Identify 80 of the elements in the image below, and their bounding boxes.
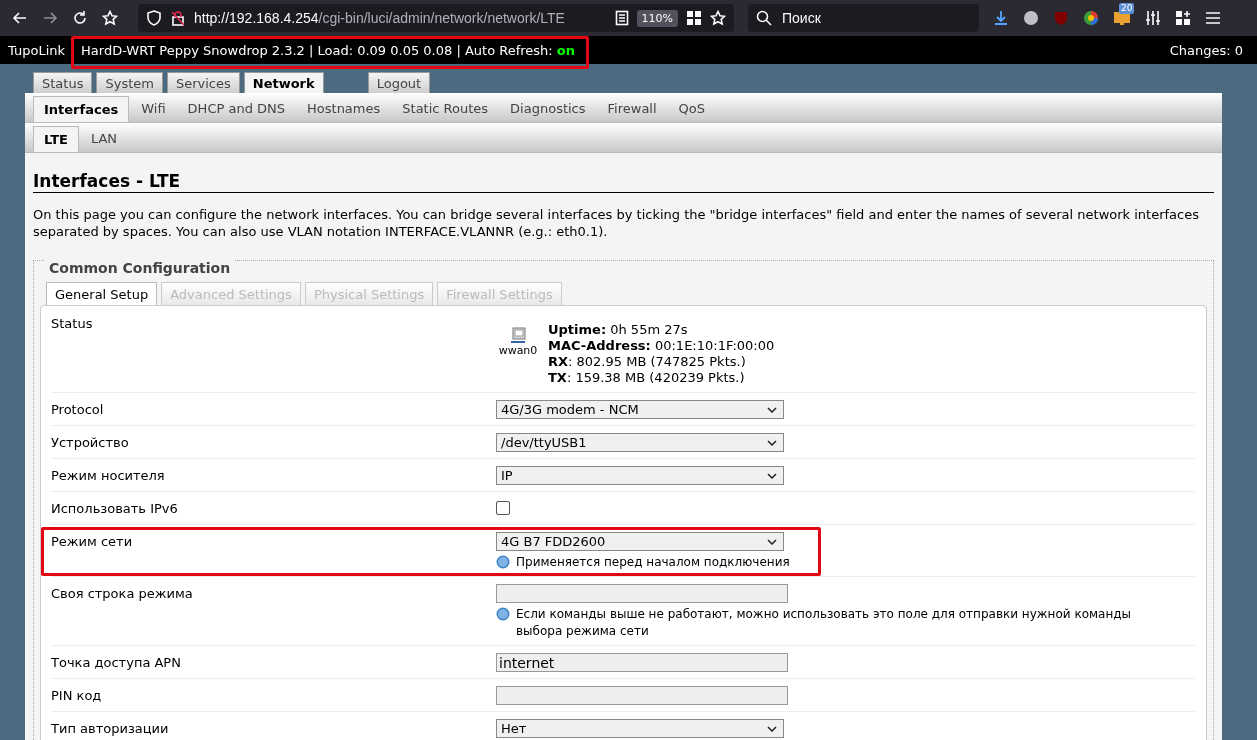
reload-icon[interactable]	[72, 10, 88, 26]
menu-tab[interactable]: System	[96, 72, 163, 93]
help-text: Применяется перед началом подключения	[516, 554, 790, 571]
dropdown[interactable]: 4G B7 FDD2600	[496, 532, 784, 551]
field-label: Точка доступа APN	[51, 654, 182, 672]
menu-tab[interactable]: Services	[166, 72, 240, 93]
grid-icon[interactable]	[686, 10, 702, 26]
refresh-state: on	[556, 42, 575, 58]
status-text: HardD-WRT Peppy Snowdrop 2.3.2 | Load: 0.09 0.05 0.08 | Auto Refresh:	[81, 42, 553, 58]
brand-name: TupoLink	[8, 42, 66, 58]
section-tab[interactable]: General Setup	[46, 282, 158, 305]
dropdown[interactable]: Нет	[496, 719, 784, 738]
shield-icon	[146, 10, 162, 26]
chevron-down-icon	[767, 472, 777, 479]
nav-tab[interactable]: Wifi	[131, 96, 176, 122]
dropdown[interactable]: IP	[496, 466, 784, 485]
circle-icon[interactable]	[1023, 10, 1039, 26]
field-label: Своя строка режима	[51, 585, 194, 603]
chevron-down-icon	[767, 725, 777, 732]
zoom-badge[interactable]: 110%	[636, 9, 678, 27]
menu-icon[interactable]	[1205, 10, 1221, 26]
url-text: http://192.168.4.254/cgi-bin/luci/admin/network/network/LTE	[194, 10, 565, 26]
page-title: Interfaces - LTE	[33, 171, 1214, 193]
menu-tab[interactable]: Status	[33, 72, 93, 93]
text-input[interactable]: internet	[496, 653, 788, 672]
menu-tab[interactable]: Network	[243, 72, 324, 93]
nav-tab[interactable]: LAN	[80, 126, 128, 152]
menu-tab[interactable]: Logout	[367, 72, 431, 93]
nav-tab[interactable]: QoS	[668, 96, 716, 122]
field-label: Устройство	[51, 434, 130, 452]
chevron-down-icon	[767, 538, 777, 545]
extensions-icon[interactable]	[1175, 10, 1191, 26]
color-wheel-icon[interactable]	[1083, 10, 1099, 26]
section-legend: Common Configuration	[45, 260, 235, 276]
nav-tab[interactable]: LTE	[33, 126, 79, 152]
checkbox[interactable]	[496, 501, 510, 515]
monitor-icon[interactable]	[1113, 10, 1131, 26]
page-description: On this page you can configure the network interfaces. You can bridge several interfaces by ticking the "bridge interfaces" field and enter the names of several network interfaces separated by spaces. You can also use VLAN notation INTERFACE.VLANNR (e.g.: eth0.1).	[33, 206, 1200, 240]
field-label: PIN код	[51, 687, 103, 705]
nav-tab[interactable]: Firewall	[597, 96, 667, 122]
help-icon	[496, 607, 510, 621]
status-line: RX: 802.95 MB (747825 Pkts.)	[548, 354, 747, 370]
field-label: Использовать IPv6	[51, 500, 179, 518]
star-icon[interactable]	[710, 10, 726, 26]
nav-tab[interactable]: DHCP and DNS	[177, 96, 296, 122]
star-icon[interactable]	[102, 10, 118, 26]
forward-icon[interactable]	[42, 10, 58, 26]
dropdown[interactable]: /dev/ttyUSB1	[496, 433, 784, 452]
nav-tab[interactable]: Diagnostics	[500, 96, 596, 122]
nav-tab[interactable]: Hostnames	[297, 96, 391, 122]
search-icon	[756, 10, 772, 26]
device-name: wwan0	[498, 344, 538, 357]
status-line: Uptime: 0h 55m 27s	[548, 322, 689, 338]
field-label: Режим носителя	[51, 467, 166, 485]
nav-tab[interactable]: Interfaces	[33, 96, 130, 122]
chevron-down-icon	[767, 439, 777, 446]
download-icon[interactable]	[993, 10, 1009, 26]
back-icon[interactable]	[12, 10, 28, 26]
chevron-down-icon	[767, 406, 777, 413]
text-input[interactable]	[496, 584, 788, 603]
status-line: MAC-Address: 00:1E:10:1F:00:00	[548, 338, 775, 354]
field-label: Protocol	[51, 401, 105, 419]
notification-badge: 20	[1119, 3, 1135, 14]
sliders-icon[interactable]	[1145, 10, 1161, 26]
field-label: Режим сети	[51, 533, 134, 551]
dropdown[interactable]: 4G/3G modem - NCM	[496, 400, 784, 419]
field-label: Тип авторизации	[51, 720, 170, 738]
insecure-lock-icon	[170, 10, 186, 26]
text-input[interactable]	[496, 686, 788, 705]
search-field[interactable]: Поиск	[748, 4, 979, 32]
status-line: TX: 159.38 MB (420239 Pkts.)	[548, 370, 746, 386]
changes-count[interactable]: Changes: 0	[1169, 42, 1243, 58]
help-icon	[496, 555, 510, 569]
field-label: Status	[51, 315, 94, 333]
help-text: Если команды выше не работают, можно использовать это поле для отправки нужной команды выбора режима сети	[516, 606, 1133, 640]
reader-view-icon[interactable]	[614, 10, 629, 26]
search-field[interactable]: Поиск	[780, 9, 954, 27]
network-device-icon	[509, 326, 527, 344]
address-bar[interactable]: http://192.168.4.254/cgi-bin/luci/admin/network/network/LTE 110%	[138, 4, 734, 32]
nav-tab[interactable]: Static Routes	[392, 96, 499, 122]
